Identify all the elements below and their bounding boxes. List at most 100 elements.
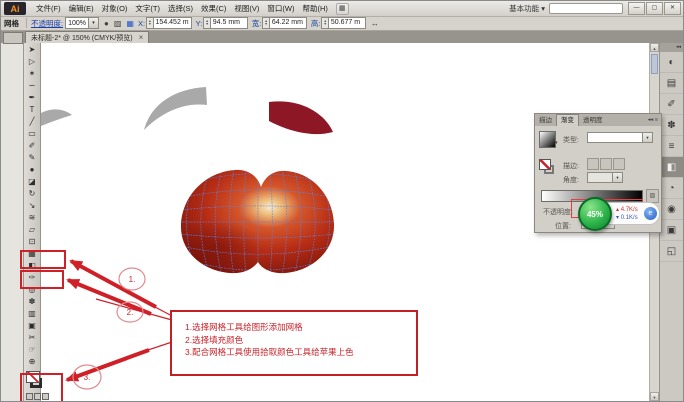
menu-文字[interactable]: 文字(T)	[131, 1, 164, 16]
opacity-link[interactable]: 不透明度:	[31, 18, 63, 29]
scroll-down-icon[interactable]: ▼	[650, 392, 659, 401]
tool-magic-wand[interactable]: ✶	[24, 67, 40, 79]
tool-pen[interactable]: ✒	[24, 91, 40, 103]
scroll-up-icon[interactable]: ▲	[650, 43, 659, 52]
dock-item-gradient[interactable]: ◧	[660, 157, 683, 178]
angle-field[interactable]: ▾	[587, 172, 623, 183]
transform-field-value-3[interactable]: 50.677 m	[328, 17, 366, 29]
type-label: 类型:	[563, 137, 579, 144]
tab-stroke[interactable]: 描边	[535, 115, 556, 126]
document-tab[interactable]: 未标题-2* @ 150% (CMYK/预览) ×	[25, 31, 150, 43]
tool-rectangle[interactable]: ▭	[24, 127, 40, 139]
menu-效果[interactable]: 效果(C)	[197, 1, 230, 16]
scrollbar-thumb[interactable]	[651, 54, 658, 74]
tool-zoom[interactable]: ⊕	[24, 355, 40, 367]
spinner-icon[interactable]: ▲ ▼	[146, 17, 154, 29]
tool-type[interactable]: T	[24, 103, 40, 115]
gradient-type-select[interactable]: ▾	[587, 132, 653, 143]
tool-free-transform-icon: ▱	[28, 224, 36, 234]
stroke-across-button[interactable]	[613, 158, 625, 170]
tool-line-segment[interactable]: ╱	[24, 115, 40, 127]
tool-eyedropper[interactable]: ✑	[24, 271, 40, 283]
menu-编辑[interactable]: 编辑(E)	[65, 1, 98, 16]
tab-group-button[interactable]	[3, 32, 23, 44]
transform-field-value-0[interactable]: 154.452 m	[153, 17, 192, 29]
dock-item-appearance[interactable]: ◉	[660, 199, 683, 220]
spinner-icon[interactable]: ▲ ▼	[203, 17, 211, 29]
fill-swatch[interactable]	[26, 371, 40, 383]
panel-menu-icon[interactable]: ◂◂ ≡	[645, 115, 661, 126]
chevron-down-icon[interactable]: ▾	[612, 173, 622, 182]
menu-帮助[interactable]: 帮助(H)	[299, 1, 332, 16]
tool-artboard[interactable]: ▣	[24, 319, 40, 331]
tool-scale[interactable]: ↘	[24, 199, 40, 211]
reverse-gradient-icon[interactable]: ▨	[646, 189, 659, 203]
tool-pencil[interactable]: ✎	[24, 151, 40, 163]
dock-item-layers[interactable]: ◱	[660, 241, 683, 262]
tool-gradient[interactable]: ◧	[24, 259, 40, 271]
transform-field-value-2[interactable]: 64.22 mm	[269, 17, 307, 29]
menu-视图[interactable]: 视图(V)	[230, 1, 263, 16]
chevron-down-icon[interactable]: ▾	[88, 18, 98, 28]
tool-pen-icon: ✒	[28, 92, 36, 102]
tab-gradient[interactable]: 渐变	[556, 114, 579, 126]
dock-item-brushes[interactable]: ✐	[660, 94, 683, 115]
tool-width[interactable]: ≋	[24, 211, 40, 223]
constrain-proportions-icon[interactable]: ↔	[371, 19, 379, 28]
close-tab-icon[interactable]: ×	[139, 33, 144, 42]
dock-item-symbols[interactable]: ✽	[660, 115, 683, 136]
maximize-button[interactable]: ▢	[646, 2, 663, 15]
tab-transparency[interactable]: 透明度	[579, 115, 607, 126]
transform-field-value-1[interactable]: 94.5 mm	[210, 17, 248, 29]
tool-direct-selection[interactable]: ▷	[24, 55, 40, 67]
stroke-along-button[interactable]	[600, 158, 612, 170]
gradient-thumbnail[interactable]	[539, 131, 556, 148]
tool-slice[interactable]: ✂	[24, 331, 40, 343]
color-mode-button[interactable]	[26, 393, 33, 400]
arrange-documents-icon[interactable]: ▦	[335, 2, 349, 15]
workspace-switcher[interactable]: 基本功能 ▾	[509, 3, 545, 14]
tool-lasso[interactable]: ∽	[24, 79, 40, 91]
close-button[interactable]: ✕	[664, 2, 681, 15]
dock-item-graphic-styles[interactable]: ▣	[660, 220, 683, 241]
tool-hand[interactable]: ☞	[24, 343, 40, 355]
minimize-button[interactable]: —	[628, 2, 645, 15]
tool-symbol-sprayer[interactable]: ✽	[24, 295, 40, 307]
opacity-combo[interactable]: 100% ▾	[65, 17, 99, 29]
tool-blob-brush[interactable]: ●	[24, 163, 40, 175]
dock-collapse-icon[interactable]: ◂◂	[660, 43, 683, 52]
dock-item-swatches[interactable]: ▤	[660, 73, 683, 94]
document-tab-bar: 未标题-2* @ 150% (CMYK/预览) ×	[1, 30, 683, 44]
graphic-style-icon[interactable]: ▨	[114, 19, 122, 28]
tool-selection[interactable]: ➤	[24, 43, 40, 55]
tool-free-transform[interactable]: ▱	[24, 223, 40, 235]
chevron-down-icon[interactable]: ▾	[555, 140, 558, 146]
search-input[interactable]	[549, 3, 623, 14]
speed-ball[interactable]: 45%	[578, 197, 612, 231]
menu-窗口[interactable]: 窗口(W)	[263, 1, 298, 16]
tool-shape-builder[interactable]: ⊡	[24, 235, 40, 247]
stroke-within-button[interactable]	[587, 158, 599, 170]
menu-文件[interactable]: 文件(F)	[32, 1, 65, 16]
spinner-icon[interactable]: ▲ ▼	[262, 17, 270, 29]
dock-item-transparency[interactable]: ◔	[660, 178, 683, 199]
none-mode-button[interactable]	[42, 393, 49, 400]
fill-none-proxy[interactable]	[539, 159, 551, 170]
tool-blend[interactable]: ◎	[24, 283, 40, 295]
menu-选择[interactable]: 选择(S)	[164, 1, 197, 16]
tool-column-graph[interactable]: ▥	[24, 307, 40, 319]
gradient-fill-stroke-proxy[interactable]	[539, 159, 555, 175]
gradient-mode-button[interactable]	[34, 393, 41, 400]
transform-grid-icon[interactable]: ▦	[126, 19, 134, 28]
dock-item-stroke[interactable]: ≡	[660, 136, 683, 157]
chevron-down-icon[interactable]: ▾	[642, 133, 652, 142]
recolor-artwork-icon[interactable]: ●	[104, 19, 109, 28]
speed-app-icon[interactable]: e	[644, 207, 657, 220]
tool-paintbrush[interactable]: ✐	[24, 139, 40, 151]
menu-对象[interactable]: 对象(O)	[98, 1, 132, 16]
tool-eraser[interactable]: ◪	[24, 175, 40, 187]
tool-rotate[interactable]: ↻	[24, 187, 40, 199]
spinner-icon[interactable]: ▲ ▼	[321, 17, 329, 29]
tool-mesh[interactable]: ▦	[24, 247, 40, 259]
dock-item-color[interactable]: ◐	[660, 52, 683, 73]
